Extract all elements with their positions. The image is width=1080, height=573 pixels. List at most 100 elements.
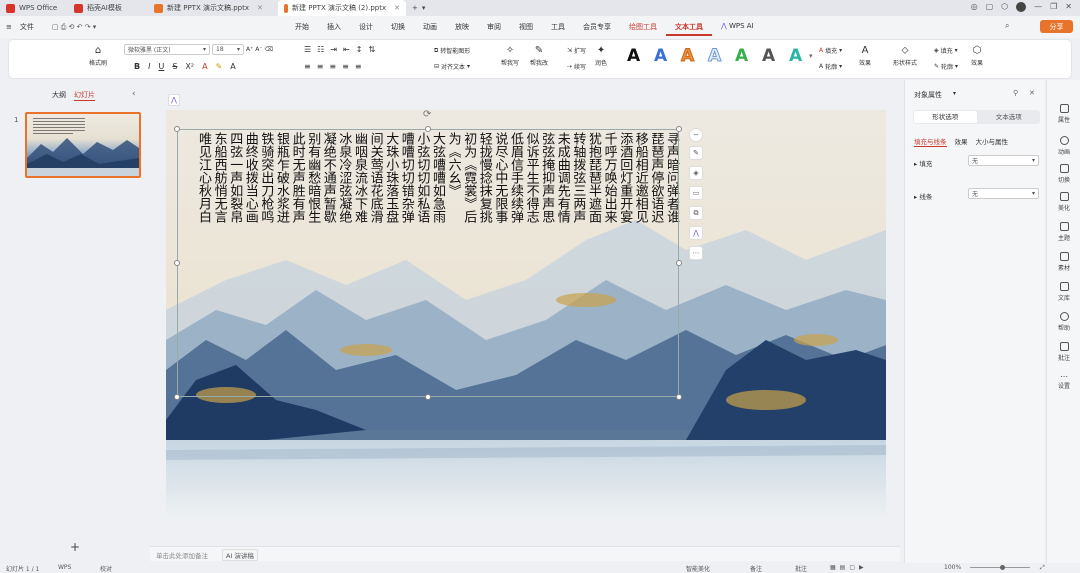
sidebar-item-theme[interactable]: 主题 (1047, 222, 1080, 242)
add-slide-button[interactable]: + (70, 540, 80, 554)
shape-style-button[interactable]: ⬦ 形状样式 (893, 45, 917, 67)
tab-wps-office[interactable]: WPS Office (0, 0, 68, 16)
font-name-select[interactable]: 微软雅黑 (正文) ▾ (124, 44, 210, 55)
font-color-icon[interactable]: A (202, 62, 207, 71)
line-select[interactable]: 无 ▾ (968, 188, 1039, 199)
text-direction-icon[interactable]: ⇅ (368, 45, 375, 54)
menu-slideshow[interactable]: 放映 (446, 22, 478, 36)
superscript-icon[interactable]: X² (185, 62, 194, 71)
more-icon[interactable]: ⋯ (689, 246, 703, 260)
gallery-expand-icon[interactable]: ▾ (809, 52, 813, 60)
subtab-fill-line[interactable]: 填充与线条 (914, 136, 947, 147)
slide-thumbnail[interactable] (25, 112, 141, 178)
line-spacing-icon[interactable]: ↕ (356, 45, 363, 54)
close-window-icon[interactable]: ✕ (1065, 2, 1072, 12)
continue-write-button[interactable]: ⇢ 续写 (567, 62, 586, 71)
font-size-select[interactable]: 18 ▾ (212, 44, 244, 55)
close-icon[interactable]: ✕ (257, 4, 263, 12)
underline-icon[interactable]: U (158, 62, 164, 71)
menu-design[interactable]: 设计 (350, 22, 382, 36)
menu-insert[interactable]: 插入 (318, 22, 350, 36)
sidebar-item-transition[interactable]: 切换 (1047, 164, 1080, 184)
text-style-black[interactable]: A (627, 46, 640, 66)
sidebar-item-library[interactable]: 文库 (1047, 282, 1080, 302)
close-icon[interactable]: ✕ (394, 4, 400, 12)
menu-tools[interactable]: 工具 (542, 22, 574, 36)
bullet-list-icon[interactable]: ☰ (304, 45, 311, 54)
text-style-green[interactable]: A (735, 46, 748, 66)
zoom-level[interactable]: 100% (944, 564, 961, 571)
tab-doc-2[interactable]: 新建 PPTX 演示文稿 (2).pptx ✕ (278, 0, 406, 16)
distribute-icon[interactable]: ≡ (355, 62, 362, 71)
help-write-button[interactable]: ✧ 帮我写 (501, 45, 519, 67)
notes-bar[interactable]: 单击此处添加备注 AI 演讲稿 (150, 546, 900, 561)
menu-drawing-tools[interactable]: 绘图工具 (620, 22, 666, 36)
line-section-toggle[interactable]: ▸ 线条 (914, 191, 932, 201)
text-style-orange[interactable]: A (680, 46, 694, 67)
resize-handle[interactable] (425, 394, 431, 400)
bold-icon[interactable]: B (134, 62, 140, 71)
indent-icon[interactable]: ⇥ (330, 45, 337, 54)
subtab-size[interactable]: 大小与属性 (976, 136, 1009, 147)
shrink-font-icon[interactable]: A⁻ (255, 46, 262, 53)
menu-start[interactable]: 开始 (286, 22, 318, 36)
view-mode-icons[interactable]: ▦▤▢▶ (830, 564, 868, 571)
menu-animation[interactable]: 动画 (414, 22, 446, 36)
outdent-icon[interactable]: ⇤ (343, 45, 350, 54)
align-text-button[interactable]: ⊟ 对齐文本 ▾ (434, 62, 470, 71)
new-tab-button[interactable]: + ▾ (406, 0, 431, 16)
sidebar-item-animation[interactable]: 动画 (1047, 136, 1080, 156)
resize-handle[interactable] (174, 260, 180, 266)
search-icon[interactable]: ⌕ (1005, 21, 1009, 31)
align-right-icon[interactable]: ≡ (329, 62, 336, 71)
shape-effects-button[interactable]: ⬡ 效果 (971, 45, 983, 67)
smart-beautify-button[interactable]: 智能美化 (686, 564, 710, 573)
align-center-icon[interactable]: ≡ (317, 62, 324, 71)
app-status[interactable]: WPS (58, 564, 71, 571)
resize-handle[interactable] (676, 260, 682, 266)
rotate-handle-icon[interactable]: ⟳ (423, 110, 431, 120)
quick-access-toolbar[interactable]: ▢ ⎙ ⟲ ↶ ↷ ▾ (52, 23, 96, 32)
notes-placeholder[interactable]: 单击此处添加备注 (156, 550, 208, 560)
polish-button[interactable]: ✦ 润色 (595, 45, 607, 67)
ai-notes-button[interactable]: AI 演讲稿 (222, 549, 258, 561)
justify-icon[interactable]: ≡ (342, 62, 349, 71)
tab-shape-options[interactable]: 形状选项 (914, 111, 977, 123)
text-style-teal[interactable]: A (789, 46, 802, 66)
smart-shape-button[interactable]: ⧉ 转智能图形 (434, 46, 470, 56)
proofread-button[interactable]: 校对 (100, 564, 112, 573)
share-button[interactable]: 分享 (1040, 20, 1073, 33)
subtab-effects[interactable]: 效果 (955, 136, 968, 147)
outline-icon[interactable]: ▭ (689, 186, 703, 200)
cube-icon[interactable]: ⬡ (1001, 2, 1008, 12)
grow-font-icon[interactable]: A⁺ (246, 46, 253, 53)
ai-icon[interactable]: ⋀ (689, 226, 703, 240)
format-painter-button[interactable]: ⌂ 格式刷 (89, 45, 107, 67)
resize-handle[interactable] (174, 126, 180, 132)
fill-icon[interactable]: ◈ (689, 166, 703, 180)
resize-handle[interactable] (676, 394, 682, 400)
sidebar-item-properties[interactable]: 属性 (1047, 104, 1080, 124)
edit-shape-icon[interactable]: ✎ (689, 146, 703, 160)
tablet-icon[interactable]: ▢ (986, 2, 994, 12)
text-fill-button[interactable]: A 填充 ▾ (819, 46, 842, 55)
menu-text-tools[interactable]: 文本工具 (666, 22, 712, 36)
numbered-list-icon[interactable]: ☷ (317, 45, 324, 54)
menu-toggle-icon[interactable]: ≡ (0, 23, 16, 31)
shape-fill-button[interactable]: ◈ 填充 ▾ (934, 46, 958, 55)
maximize-icon[interactable]: ❐ (1050, 2, 1057, 12)
sidebar-item-comments[interactable]: 批注 (1047, 342, 1080, 362)
style-icon[interactable]: ⧉ (689, 206, 703, 220)
collapse-panel-icon[interactable]: ‹ (132, 89, 136, 99)
tab-docer-ai[interactable]: 稻壳AI模板 (68, 0, 148, 16)
comment-toggle[interactable]: 批注 (795, 564, 807, 573)
fit-slide-icon[interactable]: ⤢ (1040, 564, 1045, 572)
align-left-icon[interactable]: ≡ (304, 62, 311, 71)
tab-outline[interactable]: 大纲 (52, 90, 66, 101)
sidebar-item-help[interactable]: 帮助 (1047, 312, 1080, 332)
pin-icon[interactable]: ⚲ (1013, 89, 1018, 97)
tab-slides[interactable]: 幻灯片 (74, 90, 95, 101)
text-style-gray[interactable]: A (762, 46, 775, 66)
zoom-slider-thumb[interactable] (1000, 565, 1005, 570)
close-icon[interactable]: ✕ (1029, 89, 1035, 97)
